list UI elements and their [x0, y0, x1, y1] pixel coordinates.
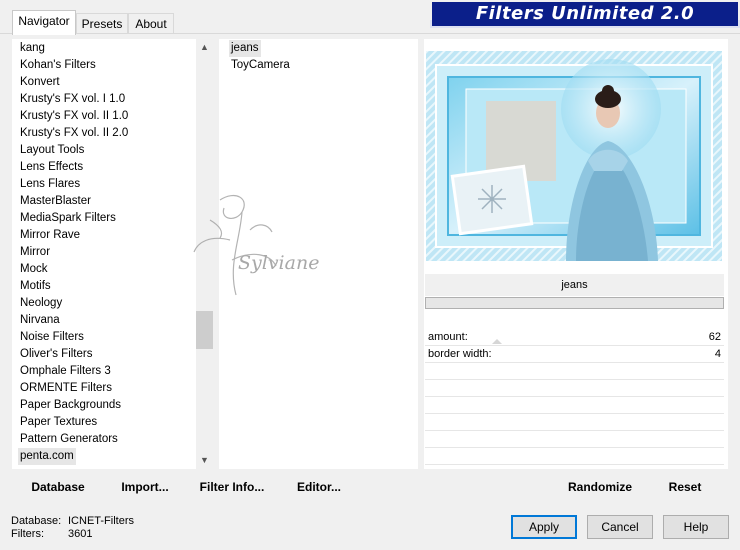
- watermark-text: Sylviane: [238, 252, 320, 274]
- apply-button[interactable]: Apply: [511, 515, 577, 539]
- filter-item[interactable]: ToyCamera: [229, 57, 292, 74]
- filter-item[interactable]: jeans: [229, 40, 261, 57]
- banner-title: Filters Unlimited 2.0: [475, 3, 695, 24]
- category-item[interactable]: Neology: [18, 295, 64, 312]
- status-filters-label: Filters:: [11, 528, 44, 540]
- database-button[interactable]: Database: [22, 476, 94, 498]
- filter-name-label: jeans: [425, 274, 724, 296]
- category-item[interactable]: Lens Flares: [18, 176, 82, 193]
- watermark-ornament: [193, 195, 277, 296]
- category-item[interactable]: penta.com: [18, 448, 76, 465]
- category-item[interactable]: Konvert: [18, 74, 62, 91]
- scroll-up-icon[interactable]: ▲: [196, 39, 213, 56]
- editor-button[interactable]: Editor...: [290, 476, 348, 498]
- category-item[interactable]: Omphale Filters 3: [18, 363, 113, 380]
- status-filters-value: 3601: [68, 528, 93, 540]
- randomize-button[interactable]: Randomize: [560, 476, 640, 498]
- category-item[interactable]: Noise Filters: [18, 329, 86, 346]
- import-button[interactable]: Import...: [114, 476, 176, 498]
- category-item[interactable]: Krusty's FX vol. II 1.0: [18, 108, 130, 125]
- filter-progress-bar: [425, 297, 724, 309]
- param-row-empty: [425, 431, 724, 448]
- category-item[interactable]: Paper Textures: [18, 414, 99, 431]
- scroll-thumb[interactable]: [196, 311, 213, 349]
- category-item[interactable]: Krusty's FX vol. II 2.0: [18, 125, 130, 142]
- category-item[interactable]: Krusty's FX vol. I 1.0: [18, 91, 127, 108]
- param-row-amount[interactable]: amount: 62: [425, 329, 724, 346]
- filter-info-button[interactable]: Filter Info...: [196, 476, 268, 498]
- param-value-amount[interactable]: 62: [709, 329, 721, 345]
- tab-about[interactable]: About: [128, 13, 174, 34]
- category-item[interactable]: Paper Backgrounds: [18, 397, 123, 414]
- scroll-down-icon[interactable]: ▼: [196, 452, 213, 469]
- category-item[interactable]: Mirror Rave: [18, 227, 82, 244]
- param-row-empty: [425, 448, 724, 465]
- param-label-amount: amount:: [428, 331, 468, 343]
- param-value-border-width[interactable]: 4: [715, 346, 721, 362]
- category-item[interactable]: Motifs: [18, 278, 53, 295]
- category-item[interactable]: Pattern Generators: [18, 431, 120, 448]
- param-row-empty: [425, 397, 724, 414]
- category-item[interactable]: kang: [18, 40, 47, 57]
- category-item[interactable]: Mock: [18, 261, 49, 278]
- tab-presets[interactable]: Presets: [76, 13, 128, 34]
- category-item[interactable]: Nirvana: [18, 312, 62, 329]
- preview-art: [426, 51, 722, 261]
- param-label-border-width: border width:: [428, 348, 492, 360]
- category-item[interactable]: Oliver's Filters: [18, 346, 94, 363]
- preview-image: [426, 51, 722, 261]
- tab-divider: [0, 33, 740, 34]
- category-item[interactable]: Mirror: [18, 244, 52, 261]
- status-database-label: Database:: [11, 515, 62, 527]
- category-item[interactable]: MasterBlaster: [18, 193, 93, 210]
- slider-marker-icon: [492, 339, 502, 344]
- category-item[interactable]: MediaSpark Filters: [18, 210, 118, 227]
- help-button[interactable]: Help: [663, 515, 729, 539]
- cancel-button[interactable]: Cancel: [587, 515, 653, 539]
- tab-navigator[interactable]: Navigator: [12, 10, 76, 35]
- param-row-empty: [425, 414, 724, 431]
- category-item[interactable]: ORMENTE Filters: [18, 380, 114, 397]
- param-row-empty: [425, 380, 724, 397]
- category-item[interactable]: Kohan's Filters: [18, 57, 98, 74]
- reset-button[interactable]: Reset: [658, 476, 712, 498]
- param-row-empty: [425, 363, 724, 380]
- watermark: Sylviane: [180, 180, 340, 310]
- category-item[interactable]: Layout Tools: [18, 142, 86, 159]
- param-row-border-width[interactable]: border width: 4: [425, 346, 724, 363]
- category-item[interactable]: Lens Effects: [18, 159, 85, 176]
- status-database-value: ICNET-Filters: [68, 515, 134, 527]
